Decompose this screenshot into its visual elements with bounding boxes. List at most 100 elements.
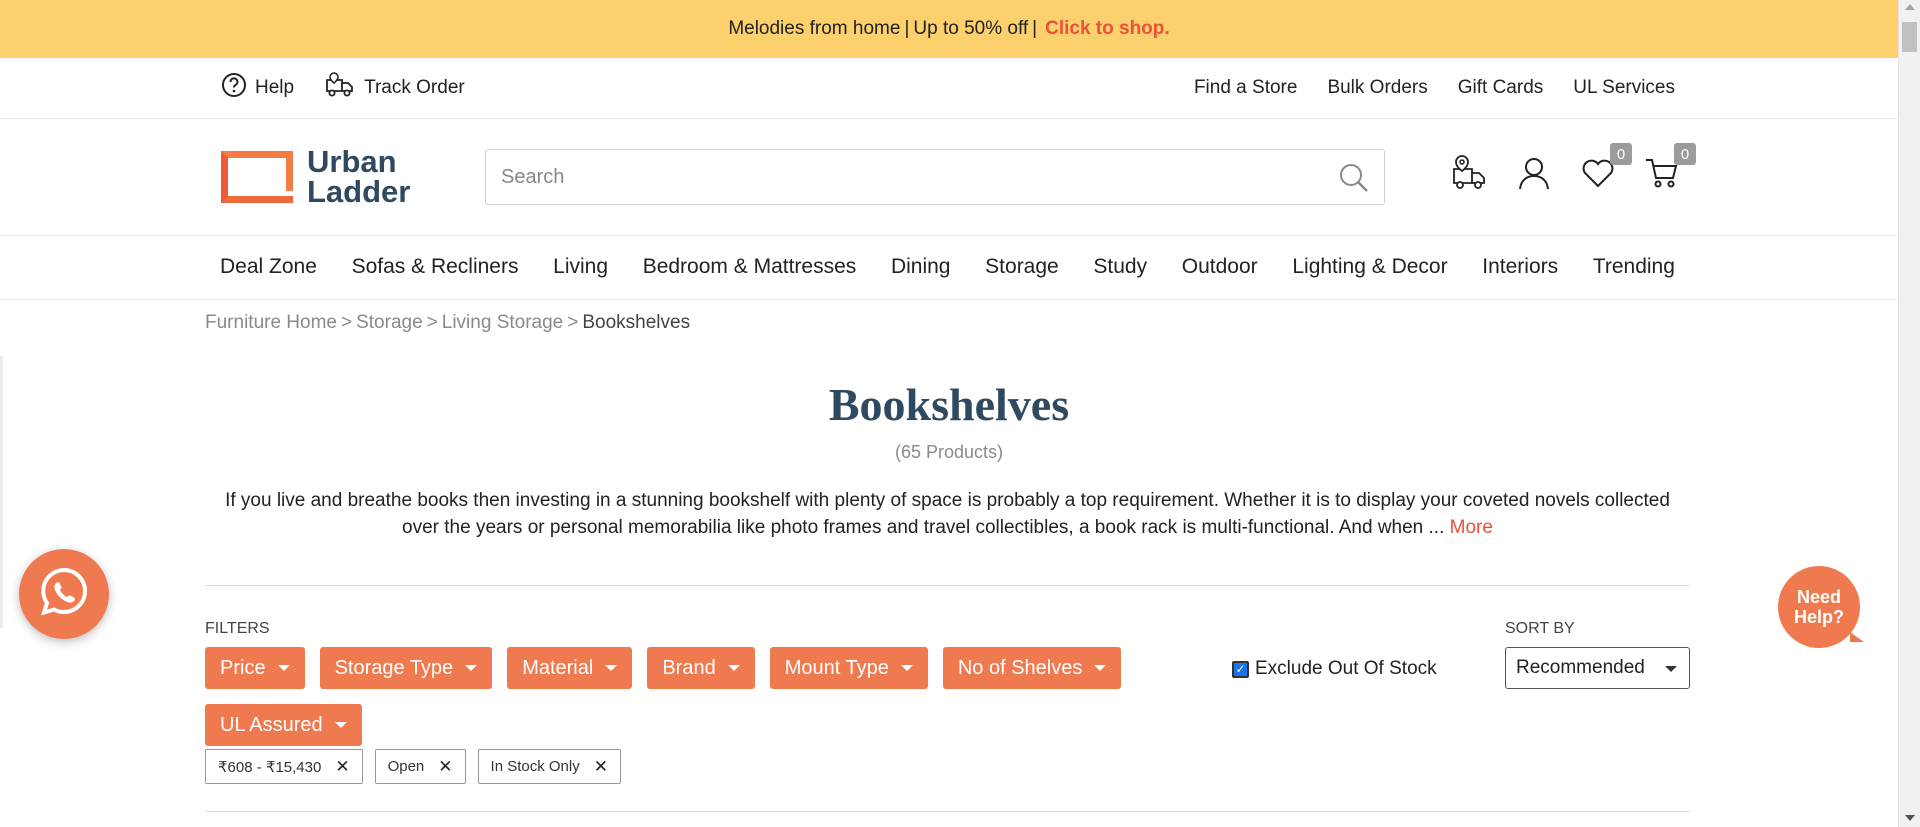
filter-brand[interactable]: Brand	[647, 647, 755, 689]
close-icon[interactable]: ✕	[438, 757, 452, 777]
side-panel-edge	[0, 356, 3, 628]
gift-cards-link[interactable]: Gift Cards	[1458, 77, 1544, 99]
need-help-button[interactable]: Need Help?	[1778, 566, 1864, 648]
filter-chips: Price Storage Type Material Brand Mount …	[205, 647, 1175, 746]
filter-label: Storage Type	[334, 656, 454, 679]
filter-material[interactable]: Material	[507, 647, 633, 689]
nav-interiors[interactable]: Interiors	[1482, 255, 1558, 279]
scroll-up-arrow-icon[interactable]	[1905, 4, 1915, 10]
applied-filter-price[interactable]: ₹608 - ₹15,430 ✕	[205, 749, 363, 784]
filter-storage-type[interactable]: Storage Type	[319, 647, 493, 689]
chevron-down-icon	[1665, 666, 1677, 672]
chevron-down-icon	[605, 665, 618, 671]
utility-bar: Help Track Order Find a Store Bulk Order…	[0, 58, 1898, 119]
search-input[interactable]	[486, 150, 1306, 204]
breadcrumb-storage[interactable]: Storage	[356, 312, 423, 334]
filter-label: Brand	[662, 656, 716, 679]
filter-ul-assured[interactable]: UL Assured	[205, 704, 362, 746]
promo-text: Melodies from home	[728, 18, 901, 39]
applied-filter-open[interactable]: Open ✕	[374, 749, 466, 784]
page-title: Bookshelves	[828, 379, 1070, 430]
cart-count-badge: 0	[1674, 143, 1696, 165]
delivery-location-icon	[1450, 154, 1490, 196]
filter-mount-type[interactable]: Mount Type	[769, 647, 928, 689]
breadcrumb-furniture-home[interactable]: Furniture Home	[205, 312, 337, 334]
whatsapp-icon	[36, 564, 92, 625]
sort-label: SORT BY	[1505, 620, 1575, 637]
nav-sofas-recliners[interactable]: Sofas & Recliners	[352, 255, 519, 279]
filter-label: Material	[522, 656, 594, 679]
sort-select[interactable]: Recommended	[1505, 647, 1690, 689]
account-button[interactable]	[1514, 155, 1554, 195]
nav-deal-zone[interactable]: Deal Zone	[220, 255, 317, 279]
exclude-out-of-stock-toggle[interactable]: ✓ Exclude Out Of Stock	[1232, 658, 1437, 680]
site-header: Urban Ladder 0 0	[0, 119, 1898, 236]
logo-wordmark: Urban Ladder	[307, 144, 411, 209]
nav-living[interactable]: Living	[553, 255, 608, 279]
ul-services-link[interactable]: UL Services	[1573, 77, 1675, 99]
scroll-down-arrow-icon[interactable]	[1905, 815, 1915, 821]
track-order-link[interactable]: Track Order	[324, 71, 465, 105]
exclude-out-of-stock-label: Exclude Out Of Stock	[1255, 658, 1437, 679]
whatsapp-button[interactable]	[19, 549, 109, 639]
close-icon[interactable]: ✕	[335, 757, 349, 777]
user-icon	[1517, 156, 1551, 195]
applied-filter-label: In Stock Only	[490, 758, 580, 775]
category-description: If you live and breathe books then inves…	[205, 487, 1690, 541]
filter-price[interactable]: Price	[205, 647, 305, 689]
urban-ladder-logo[interactable]: Urban Ladder	[221, 144, 411, 209]
search-icon[interactable]	[1338, 162, 1370, 199]
help-icon	[221, 72, 247, 104]
cart-button[interactable]: 0	[1642, 143, 1696, 195]
filter-label: No of Shelves	[957, 656, 1083, 679]
filter-label: Price	[220, 656, 266, 679]
breadcrumb: Furniture Home > Storage > Living Storag…	[205, 312, 690, 334]
promo-banner[interactable]: Melodies from home | Up to 50% off | Cli…	[0, 0, 1898, 58]
chevron-down-icon	[277, 665, 290, 671]
divider	[205, 585, 1690, 586]
breadcrumb-living-storage[interactable]: Living Storage	[442, 312, 563, 334]
help-link[interactable]: Help	[221, 72, 294, 104]
read-more-link[interactable]: More	[1450, 517, 1493, 538]
promo-separator: |	[904, 18, 910, 39]
nav-outdoor[interactable]: Outdoor	[1182, 255, 1258, 279]
nav-bedroom-mattresses[interactable]: Bedroom & Mattresses	[643, 255, 857, 279]
breadcrumb-separator: >	[426, 312, 438, 333]
find-store-link[interactable]: Find a Store	[1194, 77, 1298, 99]
product-count: (65 Products)	[894, 442, 1004, 462]
close-icon[interactable]: ✕	[594, 757, 608, 777]
filter-no-of-shelves[interactable]: No of Shelves	[942, 647, 1122, 689]
search-bar[interactable]	[485, 149, 1385, 205]
nav-trending[interactable]: Trending	[1593, 255, 1675, 279]
filter-label: Mount Type	[784, 656, 889, 679]
promo-separator: |	[1032, 18, 1038, 39]
chevron-down-icon	[1094, 665, 1107, 671]
help-label: Help	[255, 77, 295, 98]
nav-dining[interactable]: Dining	[891, 255, 951, 279]
page-scrollbar[interactable]	[1898, 0, 1920, 827]
track-order-label: Track Order	[364, 77, 465, 98]
promo-offer: Up to 50% off	[913, 18, 1029, 39]
chevron-down-icon	[727, 665, 740, 671]
applied-filter-in-stock[interactable]: In Stock Only ✕	[477, 749, 621, 784]
chevron-down-icon	[900, 665, 913, 671]
need-help-label: Need Help?	[1793, 587, 1844, 627]
nav-storage[interactable]: Storage	[985, 255, 1059, 279]
breadcrumb-separator: >	[341, 312, 353, 333]
nav-lighting-decor[interactable]: Lighting & Decor	[1292, 255, 1447, 279]
delivery-truck-icon	[324, 71, 356, 105]
wishlist-button[interactable]: 0	[1578, 143, 1632, 195]
store-locator-button[interactable]	[1450, 154, 1490, 196]
main-nav: Deal Zone Sofas & Recliners Living Bedro…	[0, 236, 1898, 300]
applied-filter-label: ₹608 - ₹15,430	[218, 758, 322, 776]
divider	[205, 811, 1690, 812]
chevron-down-icon	[465, 665, 478, 671]
exclude-out-of-stock-checkbox[interactable]: ✓	[1232, 660, 1249, 678]
breadcrumb-current: Bookshelves	[582, 312, 691, 333]
sort-selected-value: Recommended	[1516, 657, 1645, 678]
logo-mark-icon	[221, 151, 293, 203]
bulk-orders-link[interactable]: Bulk Orders	[1327, 77, 1427, 99]
nav-study[interactable]: Study	[1093, 255, 1147, 279]
promo-shop-link[interactable]: Click to shop.	[1045, 18, 1170, 40]
scroll-thumb[interactable]	[1902, 22, 1917, 52]
